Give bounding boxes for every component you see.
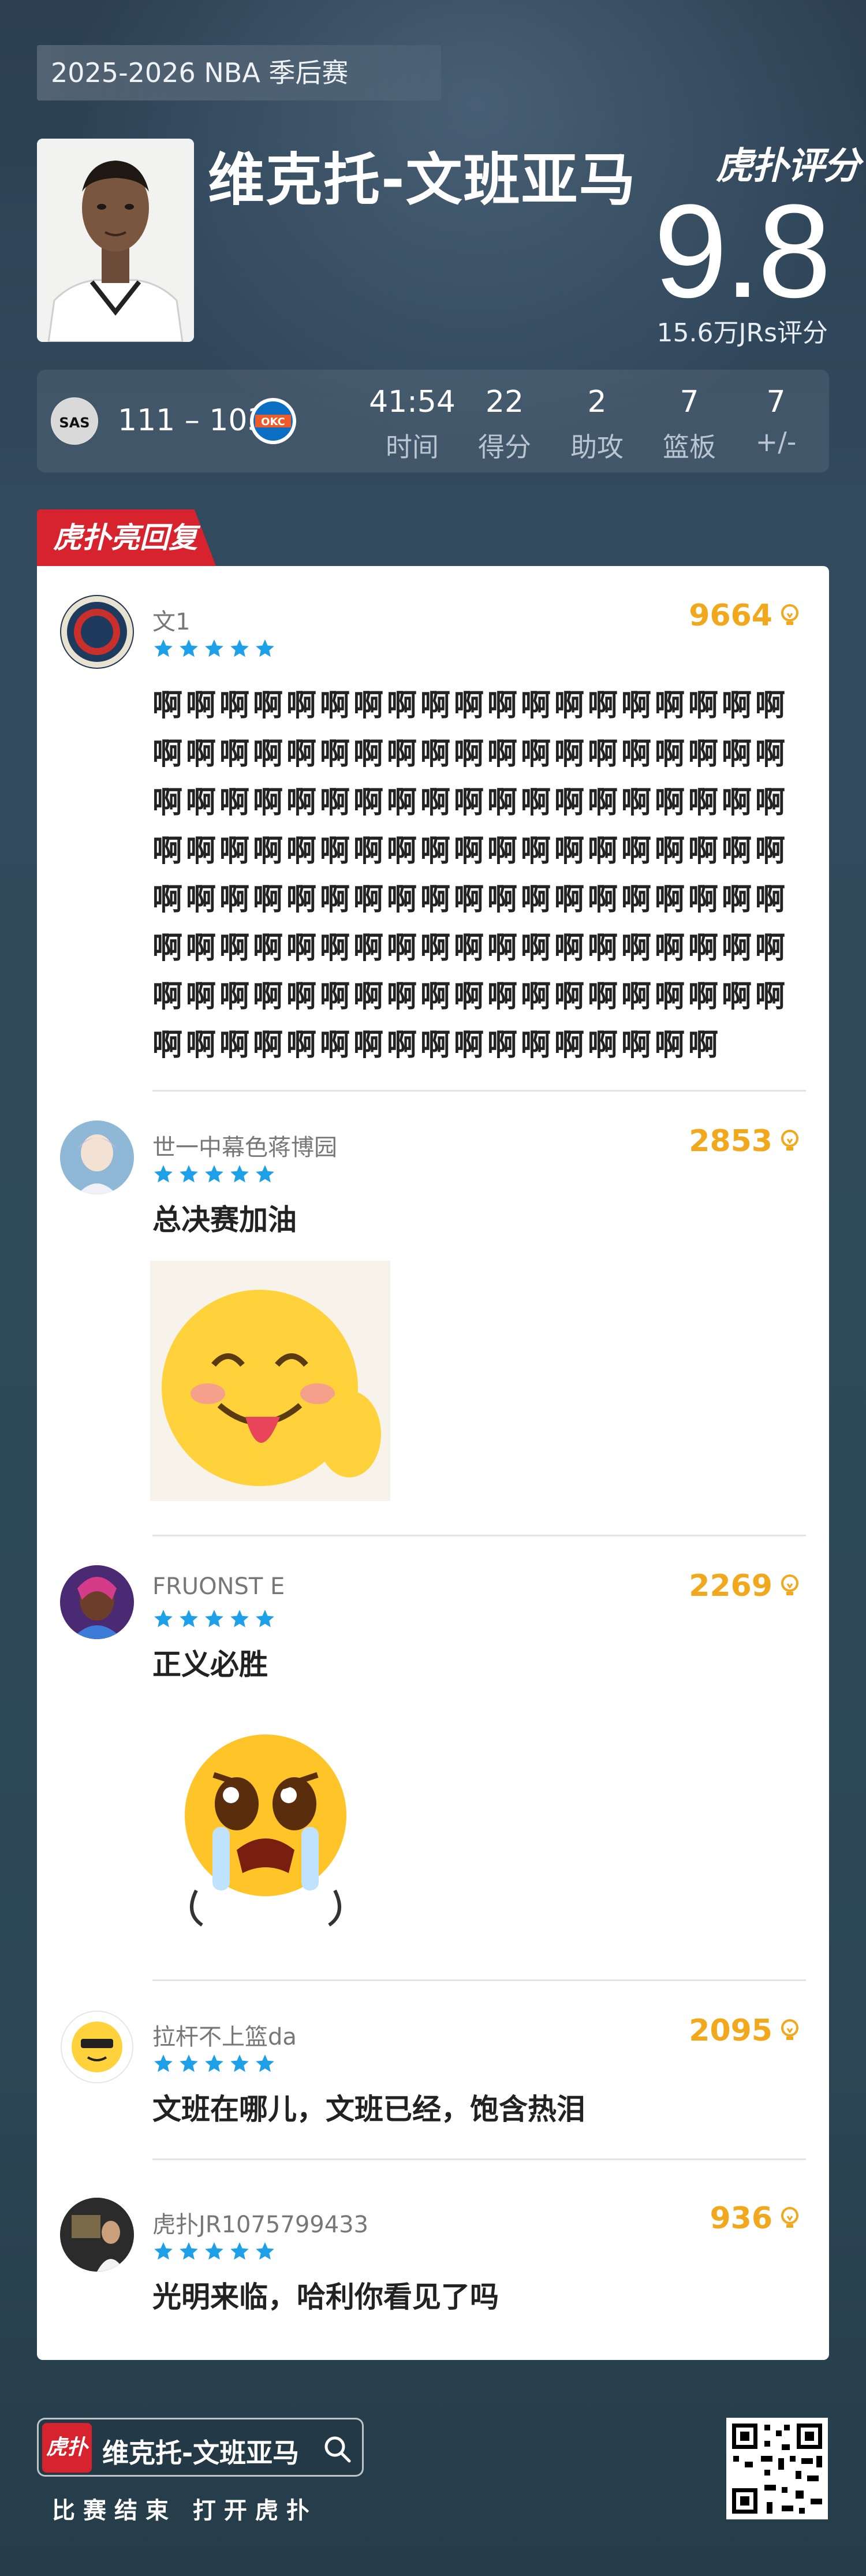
username[interactable]: 文1 [152, 603, 190, 636]
star-icon [230, 639, 249, 657]
tongue-emoji-sticker[interactable] [150, 1261, 390, 1501]
star-icon [205, 1165, 223, 1183]
star-icon [256, 2054, 274, 2072]
star-rating [152, 1163, 276, 1185]
footer-search-text: 维克托-文班亚马 [102, 2437, 300, 2469]
star-icon [180, 2054, 198, 2072]
star-icon [205, 2054, 223, 2072]
user-avatar[interactable] [60, 2198, 134, 2272]
lightbulb-icon [781, 1130, 798, 1151]
star-icon [256, 2242, 274, 2260]
comment-text: 光明来临，哈利你看见了吗 [152, 2280, 499, 2314]
user-avatar[interactable] [60, 2010, 134, 2084]
star-icon [154, 1165, 173, 1183]
star-icon [154, 1610, 173, 1628]
star-rating [152, 1608, 276, 1630]
comment-text: 正义必胜 [152, 1648, 268, 1681]
username[interactable]: 世一中幕色蒋博园 [152, 1129, 337, 1162]
star-icon [205, 639, 223, 657]
lightbulb-icon [781, 2019, 798, 2040]
rating-score: 9.8 [654, 177, 831, 325]
stat-plus-minus: 7 +/- [755, 385, 797, 457]
game-score: 111 – 103 [118, 403, 267, 438]
stat-assists: 2 助攻 [570, 385, 624, 463]
comment-item: FRUONST E 2269 正义必胜 [37, 1536, 829, 1987]
star-icon [256, 1165, 274, 1183]
score-separator: – [184, 403, 200, 438]
stat-rebounds: 7 篮板 [663, 385, 716, 463]
stat-points: 22 得分 [478, 385, 531, 463]
username[interactable]: 拉杆不上篮da [152, 2018, 297, 2052]
user-avatar[interactable] [60, 1121, 134, 1194]
comment-item: 拉杆不上篮da 2095 文班在哪儿，文班已经，饱含热泪 [37, 1981, 829, 2172]
star-rating [152, 2240, 276, 2262]
qr-code[interactable] [726, 2418, 828, 2519]
star-icon [180, 639, 198, 657]
hupu-logo-icon: 虎扑 [42, 2423, 92, 2473]
search-icon[interactable] [323, 2434, 352, 2463]
comment-text: 总决赛加油 [152, 1203, 297, 1237]
footer-slogan: 比赛结束 打开虎扑 [52, 2497, 318, 2524]
stat-time: 41:54 时间 [369, 385, 456, 463]
star-icon [205, 1610, 223, 1628]
comments-card: 文1 9664 啊啊啊啊啊啊啊啊啊啊啊啊啊啊啊啊啊啊啊啊啊啊啊啊啊啊啊啊啊啊啊啊… [37, 566, 829, 2360]
like-count[interactable]: 2269 [689, 1569, 800, 1603]
user-avatar[interactable] [60, 595, 134, 669]
highlight-replies-tab[interactable]: 虎扑亮回复 [37, 509, 216, 566]
star-icon [180, 1165, 198, 1183]
star-icon [180, 1610, 198, 1628]
comment-text: 文班在哪儿，文班已经，饱含热泪 [152, 2093, 585, 2126]
footer-search-box[interactable]: 虎扑 维克托-文班亚马 [37, 2418, 364, 2477]
comment-item: 文1 9664 啊啊啊啊啊啊啊啊啊啊啊啊啊啊啊啊啊啊啊啊啊啊啊啊啊啊啊啊啊啊啊啊… [37, 566, 829, 1097]
star-icon [256, 639, 274, 657]
username[interactable]: 虎扑JR1075799433 [152, 2206, 368, 2239]
username[interactable]: FRUONST E [152, 1573, 285, 1600]
star-rating [152, 638, 276, 660]
rating-count: 15.6万JRs评分 [656, 318, 828, 348]
spurs-logo-icon: SAS [51, 397, 98, 445]
like-count[interactable]: 936 [710, 2201, 800, 2236]
like-count[interactable]: 2095 [689, 2013, 800, 2048]
star-icon [230, 2054, 249, 2072]
like-count[interactable]: 2853 [689, 1124, 800, 1159]
comment-item: 虎扑JR1075799433 936 光明来临，哈利你看见了吗 [37, 2169, 829, 2354]
comment-text: 啊啊啊啊啊啊啊啊啊啊啊啊啊啊啊啊啊啊啊啊啊啊啊啊啊啊啊啊啊啊啊啊啊啊啊啊啊啊啊啊… [152, 688, 789, 1063]
star-icon [154, 639, 173, 657]
star-icon [154, 2054, 173, 2072]
thunder-logo-icon: OKC [249, 397, 297, 445]
lightbulb-icon [781, 1574, 798, 1595]
game-stats-bar: SAS 111 – 103 OKC 41:54 时间 22 得分 2 助攻 7 … [37, 370, 829, 472]
comment-item: 世一中幕色蒋博园 2853 总决赛加油 [37, 1092, 829, 1542]
lightbulb-icon [781, 604, 798, 625]
star-icon [230, 2242, 249, 2260]
season-tag: 2025-2026 NBA 季后赛 [37, 45, 441, 100]
star-icon [180, 2242, 198, 2260]
star-icon [154, 2242, 173, 2260]
player-photo [37, 139, 194, 342]
svg-text:SAS: SAS [59, 415, 89, 431]
crying-emoji-sticker[interactable] [150, 1706, 390, 1946]
star-rating [152, 2053, 276, 2075]
comment-divider [152, 2158, 806, 2160]
player-name: 维克托-文班亚马 [208, 147, 637, 213]
star-icon [230, 1165, 249, 1183]
star-icon [205, 2242, 223, 2260]
like-count[interactable]: 9664 [689, 598, 800, 633]
user-avatar[interactable] [60, 1565, 134, 1639]
star-icon [256, 1610, 274, 1628]
home-score: 111 [118, 403, 176, 438]
star-icon [230, 1610, 249, 1628]
lightbulb-icon [781, 2207, 798, 2228]
svg-text:OKC: OKC [261, 416, 285, 428]
